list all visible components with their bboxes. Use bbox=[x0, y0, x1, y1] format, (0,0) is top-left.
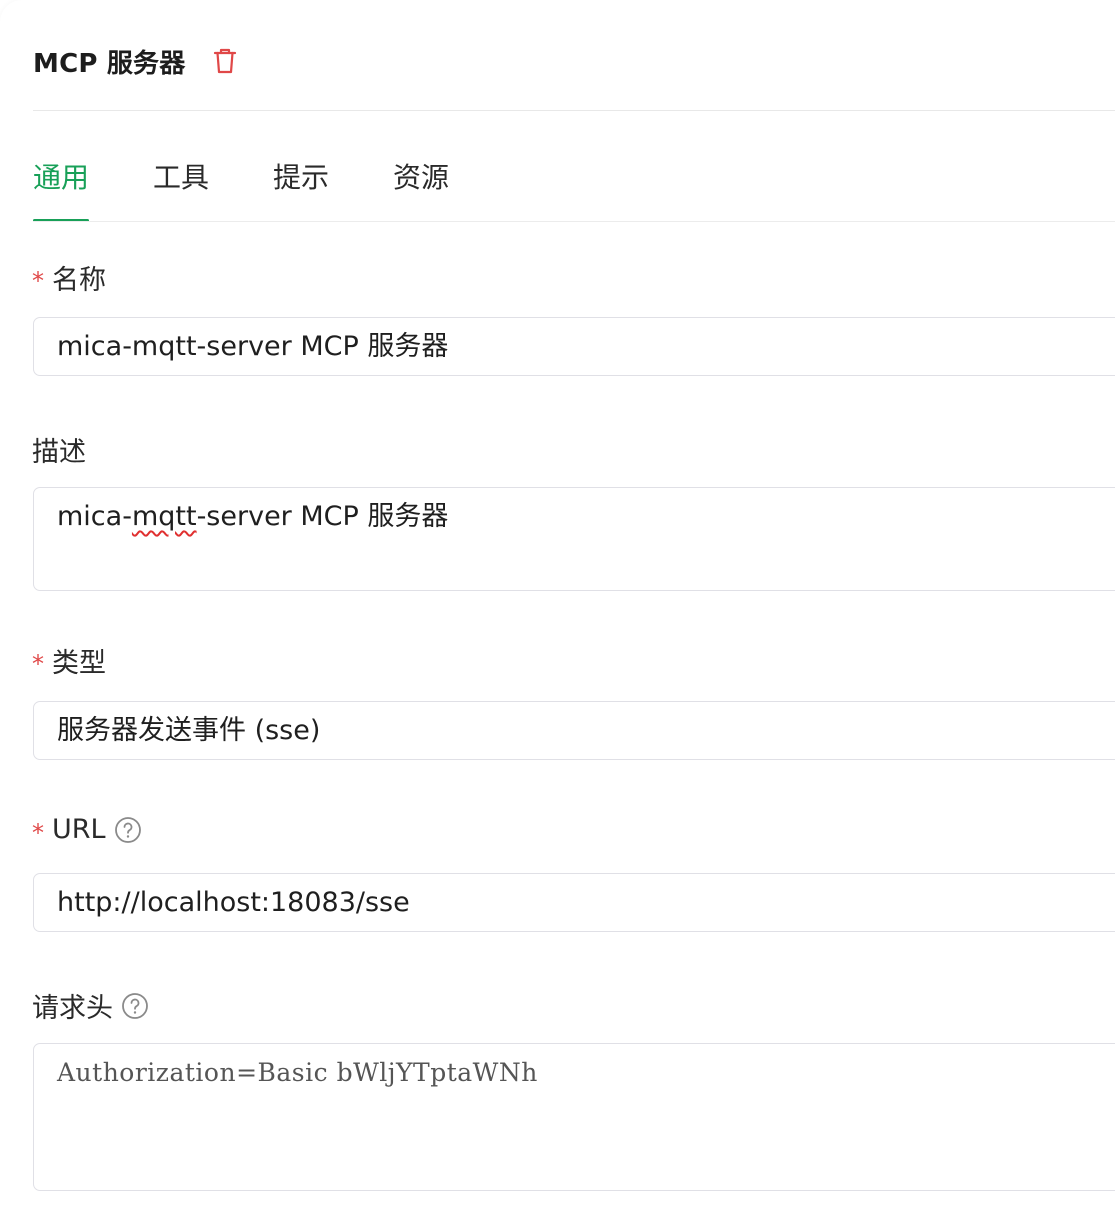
url-input[interactable]: http://localhost:18083/sse bbox=[33, 873, 1115, 932]
type-label-text: 类型 bbox=[52, 648, 106, 679]
headers-textarea[interactable]: Authorization=Basic bWljYTptaWNh bbox=[33, 1043, 1115, 1191]
tab-prompts[interactable]: 提示 bbox=[273, 150, 329, 222]
url-label: * URL bbox=[32, 814, 142, 847]
type-select[interactable]: 服务器发送事件 (sse) bbox=[33, 701, 1115, 760]
required-asterisk: * bbox=[32, 818, 44, 847]
required-asterisk: * bbox=[32, 266, 44, 295]
description-misspelled-word: mqtt bbox=[131, 501, 197, 532]
description-text-suffix: -server MCP 服务器 bbox=[196, 501, 449, 532]
headers-label: 请求头 bbox=[32, 986, 149, 1025]
panel-header: MCP 服务器 bbox=[33, 38, 239, 84]
description-textarea[interactable]: mica-mqtt-server MCP 服务器 bbox=[33, 487, 1115, 591]
mcp-server-panel: MCP 服务器 通用 工具 提示 资源 * 名称 mica-mqtt-serve… bbox=[0, 0, 1115, 1230]
tab-general[interactable]: 通用 bbox=[33, 150, 90, 222]
tab-tools[interactable]: 工具 bbox=[153, 150, 209, 222]
trash-icon[interactable] bbox=[211, 47, 239, 75]
description-label: 描述 bbox=[32, 430, 86, 469]
required-asterisk: * bbox=[32, 649, 44, 678]
type-label: * 类型 bbox=[32, 641, 106, 680]
description-text-prefix: mica- bbox=[57, 501, 132, 532]
tab-bar: 通用 工具 提示 资源 bbox=[33, 150, 513, 222]
url-label-text: URL bbox=[52, 814, 106, 845]
name-label: * 名称 bbox=[32, 258, 106, 297]
page-title: MCP 服务器 bbox=[33, 48, 186, 79]
header-divider bbox=[33, 110, 1115, 111]
name-input[interactable]: mica-mqtt-server MCP 服务器 bbox=[33, 317, 1115, 376]
headers-label-text: 请求头 bbox=[32, 993, 113, 1024]
name-label-text: 名称 bbox=[52, 265, 106, 296]
tabs-divider bbox=[33, 221, 1115, 222]
question-circle-icon[interactable] bbox=[114, 816, 142, 844]
description-label-text: 描述 bbox=[32, 437, 86, 468]
question-circle-icon[interactable] bbox=[121, 992, 149, 1020]
headers-placeholder: Authorization=Basic bWljYTptaWNh bbox=[57, 1058, 538, 1087]
tab-resources[interactable]: 资源 bbox=[393, 150, 449, 222]
